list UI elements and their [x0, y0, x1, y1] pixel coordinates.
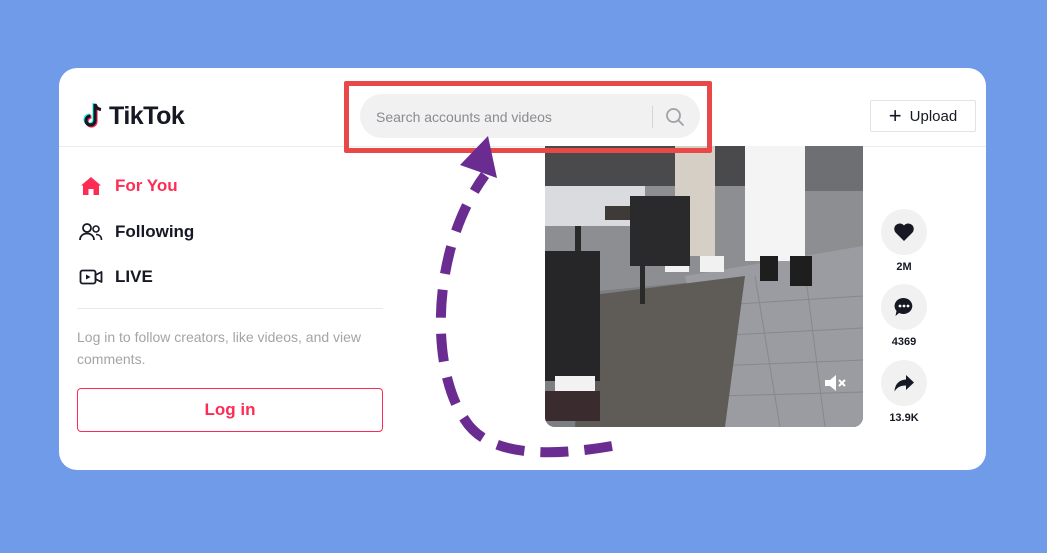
tiktok-logo[interactable]: TikTok — [81, 101, 185, 130]
login-prompt: Log in to follow creators, like videos, … — [77, 329, 362, 367]
sidebar-item-for-you[interactable]: For You — [79, 171, 178, 201]
search-divider — [652, 106, 653, 128]
like-action: 2M — [880, 209, 928, 273]
search-bar — [360, 94, 700, 140]
top-bar: TikTok + Upload — [59, 68, 986, 147]
comment-action: 4369 — [880, 284, 928, 348]
share-count: 13.9K — [889, 412, 919, 424]
like-button[interactable] — [881, 209, 927, 255]
sidebar-item-label: Following — [115, 222, 195, 241]
search-input[interactable] — [374, 94, 648, 140]
sidebar-item-label: LIVE — [115, 267, 153, 286]
comment-button[interactable] — [881, 284, 927, 330]
home-icon — [79, 174, 103, 198]
comment-count: 4369 — [891, 336, 917, 348]
sidebar-divider — [77, 308, 383, 309]
upload-label: Upload — [909, 107, 958, 125]
volume-mute-icon — [825, 375, 846, 391]
video-player[interactable] — [545, 146, 863, 427]
heart-icon — [894, 223, 914, 241]
sidebar-item-following[interactable]: Following — [79, 217, 194, 247]
tiktok-window: TikTok + Upload For You — [59, 68, 986, 470]
plus-icon: + — [888, 103, 902, 128]
share-button[interactable] — [881, 360, 927, 406]
comment-icon — [894, 297, 913, 316]
video-thumbnail — [545, 146, 863, 427]
sidebar-item-live[interactable]: LIVE — [79, 262, 153, 292]
sidebar-item-label: For You — [115, 176, 178, 195]
logo-text: TikTok — [109, 101, 185, 130]
users-icon — [79, 220, 103, 244]
tiktok-note-icon — [83, 103, 102, 128]
live-icon — [79, 265, 103, 289]
like-count: 2M — [896, 261, 912, 273]
login-button[interactable]: Log in — [77, 388, 383, 432]
mute-button[interactable] — [823, 372, 849, 394]
search-button[interactable] — [662, 104, 688, 130]
share-icon — [894, 375, 914, 392]
upload-button[interactable]: + Upload — [870, 100, 976, 132]
search-icon — [666, 108, 684, 126]
share-action: 13.9K — [880, 360, 928, 424]
